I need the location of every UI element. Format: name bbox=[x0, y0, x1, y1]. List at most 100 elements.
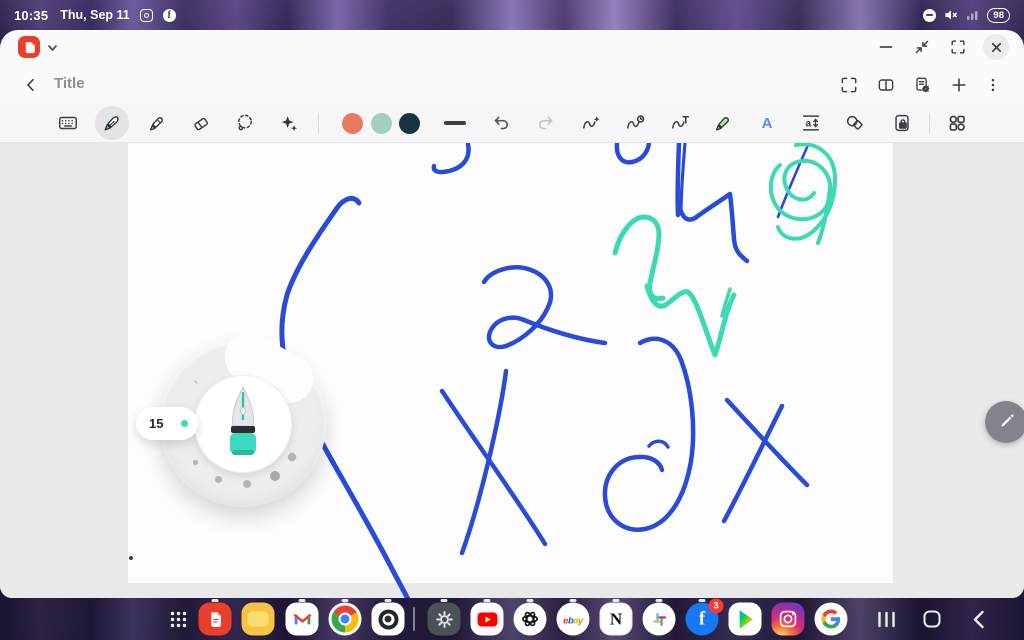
running-indicator bbox=[656, 599, 663, 602]
size-dot[interactable] bbox=[270, 471, 280, 481]
signal-icon bbox=[966, 9, 979, 21]
app-ebay[interactable]: ebay bbox=[557, 603, 590, 636]
teal-pen-strokes bbox=[615, 144, 835, 355]
app-slack[interactable] bbox=[643, 603, 676, 636]
app-menu-chevron-down-icon[interactable] bbox=[46, 41, 59, 59]
app-yellow-folder[interactable] bbox=[242, 603, 275, 636]
restore-window-button[interactable] bbox=[910, 35, 934, 59]
app-chrome[interactable] bbox=[329, 603, 362, 636]
app-settings[interactable] bbox=[428, 603, 461, 636]
green-marker-tool[interactable] bbox=[706, 106, 740, 140]
color-swatch-navy[interactable] bbox=[392, 106, 426, 140]
size-dot[interactable] bbox=[193, 460, 198, 465]
tablet-screen: { "status_bar": { "time": "10:35", "date… bbox=[0, 0, 1024, 640]
add-page-button[interactable] bbox=[946, 72, 972, 98]
facebook-letter: f bbox=[699, 608, 705, 630]
stray-ink-dot bbox=[129, 556, 133, 560]
app-gmail[interactable]: M bbox=[286, 603, 319, 636]
size-dot[interactable] bbox=[286, 451, 297, 462]
floating-pen-button[interactable] bbox=[985, 401, 1024, 443]
running-indicator bbox=[613, 599, 620, 602]
app-logo-icon[interactable] bbox=[18, 36, 40, 58]
battery-indicator: 98 bbox=[987, 8, 1010, 23]
ebay-wordmark: ebay bbox=[563, 610, 583, 628]
mute-icon bbox=[944, 8, 958, 22]
lasso-tool[interactable] bbox=[228, 106, 262, 140]
gesture-ai-tool[interactable] bbox=[574, 106, 608, 140]
running-indicator bbox=[385, 599, 392, 602]
screen-capture-icon bbox=[140, 9, 153, 22]
status-bar: 10:35 Thu, Sep 11 f 98 bbox=[0, 0, 1024, 30]
document-title[interactable]: Title bbox=[54, 75, 85, 92]
page-settings-button[interactable] bbox=[909, 72, 935, 98]
do-not-disturb-icon bbox=[923, 9, 936, 22]
app-instagram[interactable] bbox=[772, 603, 805, 636]
redo-button[interactable] bbox=[529, 106, 563, 140]
notion-letter: N bbox=[610, 609, 622, 629]
running-indicator bbox=[699, 599, 706, 602]
fountain-pen-nib-icon bbox=[221, 385, 265, 461]
shapes-tool[interactable] bbox=[838, 106, 872, 140]
running-indicator bbox=[212, 599, 219, 602]
app-window: Title bbox=[0, 30, 1024, 598]
facebook-notification-icon: f bbox=[163, 9, 176, 22]
running-indicator bbox=[484, 599, 491, 602]
taskbar-divider bbox=[413, 607, 415, 631]
pen-toolbar: A a bbox=[0, 104, 1024, 143]
app-youtube[interactable] bbox=[471, 603, 504, 636]
running-indicator bbox=[570, 599, 577, 602]
app-facebook[interactable]: f 3 bbox=[686, 603, 719, 636]
highlighter-tool[interactable] bbox=[140, 106, 174, 140]
taskbar: M ebay N f 3 G bbox=[0, 598, 1024, 640]
pen-tool-selected[interactable] bbox=[95, 106, 129, 140]
nav-home-button[interactable] bbox=[916, 603, 949, 636]
running-indicator bbox=[441, 599, 448, 602]
toolbar-divider bbox=[318, 113, 319, 133]
toolbar-divider bbox=[929, 113, 930, 133]
back-button[interactable] bbox=[18, 72, 44, 98]
text-recognition-tool[interactable]: A bbox=[750, 106, 784, 140]
app-play-store[interactable] bbox=[729, 603, 762, 636]
running-indicator bbox=[299, 599, 306, 602]
eraser-tool[interactable] bbox=[184, 106, 218, 140]
undo-button[interactable] bbox=[484, 106, 518, 140]
dial-tick bbox=[194, 380, 198, 384]
pencil-icon bbox=[996, 412, 1016, 432]
blue-pen-strokes bbox=[282, 143, 808, 598]
more-menu-button[interactable] bbox=[980, 72, 1006, 98]
more-tools-grid[interactable] bbox=[940, 106, 974, 140]
pen-size-number: 15 bbox=[149, 416, 163, 431]
split-view-button[interactable] bbox=[873, 72, 899, 98]
gesture-history-tool[interactable] bbox=[618, 106, 652, 140]
clock: 10:35 bbox=[14, 8, 48, 23]
fullscreen-button[interactable] bbox=[836, 72, 862, 98]
minimize-button[interactable] bbox=[874, 35, 898, 59]
document-bar: Title bbox=[0, 64, 1024, 104]
page-lock-tool[interactable] bbox=[885, 106, 919, 140]
close-button[interactable] bbox=[983, 34, 1009, 60]
stroke-width-tool[interactable] bbox=[438, 106, 472, 140]
maximize-button[interactable] bbox=[946, 35, 970, 59]
drawing-canvas[interactable]: 15 bbox=[0, 143, 1024, 598]
keyboard-tool[interactable] bbox=[51, 106, 85, 140]
nav-back-button[interactable] bbox=[962, 603, 995, 636]
date: Thu, Sep 11 bbox=[60, 8, 129, 22]
svg-text:a: a bbox=[806, 119, 812, 130]
window-titlebar bbox=[0, 30, 1024, 64]
gesture-text-tool[interactable] bbox=[663, 106, 697, 140]
app-google[interactable]: G bbox=[815, 603, 848, 636]
pen-size-color-dot bbox=[181, 420, 188, 427]
size-dot[interactable] bbox=[243, 480, 251, 488]
facebook-notification-badge: 3 bbox=[709, 599, 724, 614]
app-drawer-button[interactable] bbox=[162, 603, 195, 636]
app-notion[interactable]: N bbox=[600, 603, 633, 636]
ai-sparkles-tool[interactable] bbox=[272, 106, 306, 140]
running-indicator bbox=[527, 599, 534, 602]
text-size-tool[interactable]: a bbox=[794, 106, 828, 140]
app-flexcil[interactable] bbox=[199, 603, 232, 636]
nav-recents-button[interactable] bbox=[870, 603, 903, 636]
running-indicator bbox=[342, 599, 349, 602]
app-camera[interactable] bbox=[372, 603, 405, 636]
app-chatgpt[interactable] bbox=[514, 603, 547, 636]
size-dot[interactable] bbox=[215, 476, 222, 483]
